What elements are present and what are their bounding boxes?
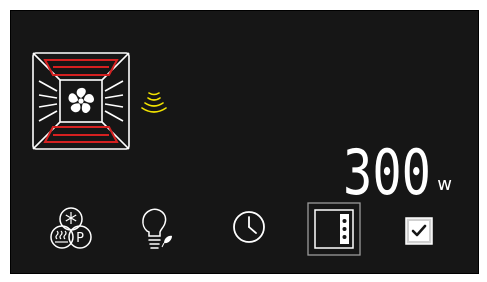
power-value-digits: 300 [343, 144, 431, 196]
checkmark-icon[interactable] [404, 216, 434, 246]
power-readout: 300 w [343, 136, 452, 196]
functions-snowflake-steam-p-icon[interactable]: P [48, 204, 94, 254]
microwave-waves-icon [141, 92, 167, 113]
svg-text:P: P [76, 231, 84, 246]
eco-light-bulb-icon[interactable] [137, 205, 173, 251]
svg-text:300: 300 [343, 144, 431, 196]
power-unit: w [437, 174, 452, 195]
clock-icon[interactable] [229, 207, 269, 247]
oven-door-icon[interactable] [307, 202, 361, 256]
oven-mode-fan-heat-icon[interactable] [31, 51, 131, 151]
control-panel-display: 300 w P [10, 10, 479, 274]
